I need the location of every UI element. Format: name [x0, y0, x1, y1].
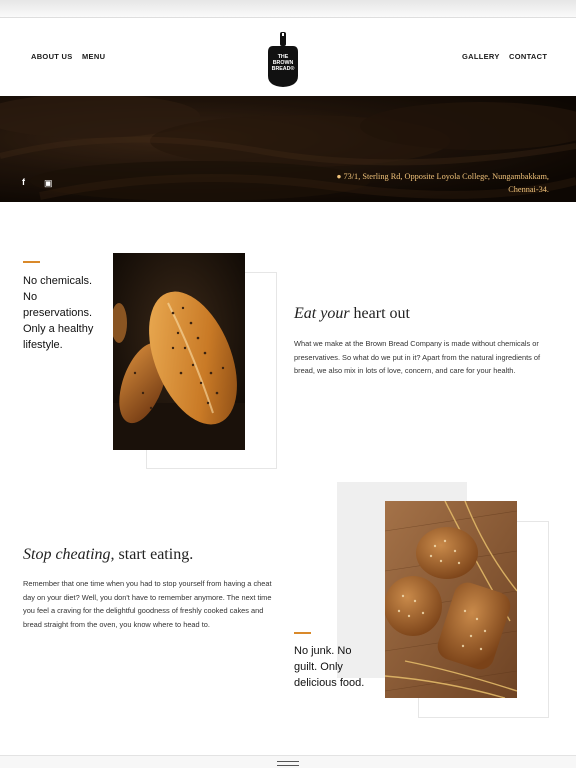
- tagline-line: preservations.: [23, 307, 93, 319]
- tagline-line: No: [23, 291, 38, 303]
- section2-body: Remember that one time when you had to s…: [23, 579, 272, 629]
- nav-gallery[interactable]: GALLERY: [462, 52, 500, 61]
- browser-top-bar: [0, 0, 576, 18]
- tagline-line: No chemicals.: [23, 275, 93, 287]
- title-italic: Eat your: [294, 305, 350, 322]
- section1-tagline: No chemicals. No preservations. Only a h…: [23, 273, 103, 353]
- tagline-line: delicious food.: [294, 677, 365, 689]
- tagline-line: No junk. No: [294, 645, 352, 657]
- title-italic: Stop cheating,: [23, 546, 115, 563]
- accent-divider: [23, 261, 40, 263]
- bread-wheat-image: [385, 501, 517, 698]
- address-line: Chennai-34.: [508, 185, 549, 194]
- logo-line: BREAD®: [271, 66, 295, 72]
- logo-text: THE BROWN BREAD®: [266, 54, 300, 72]
- bread-wheat-photo: [385, 501, 517, 698]
- nav-about-us[interactable]: ABOUT US: [31, 52, 73, 61]
- title-rest: start eating.: [114, 546, 194, 563]
- section1-title: Eat your heart out: [294, 305, 410, 323]
- site-header: ABOUT US MENU THE BROWN BREAD® GALLERY C…: [0, 18, 576, 96]
- tagline-line: Only a healthy: [23, 323, 94, 335]
- bread-loaf-photo: [113, 253, 245, 450]
- tagline-line: lifestyle.: [23, 339, 63, 351]
- brand-logo[interactable]: THE BROWN BREAD®: [266, 32, 300, 88]
- address-line: ● 73/1, Sterling Rd, Opposite Loyola Col…: [336, 172, 549, 181]
- nav-contact[interactable]: CONTACT: [509, 52, 547, 61]
- accent-divider: [294, 632, 311, 634]
- tagline-line: guilt. Only: [294, 661, 343, 673]
- nav-menu[interactable]: MENU: [82, 52, 105, 61]
- section2-title: Stop cheating, start eating.: [23, 546, 193, 564]
- title-rest: heart out: [349, 305, 410, 322]
- instagram-icon[interactable]: ▣: [44, 178, 53, 189]
- address-text: ● 73/1, Sterling Rd, Opposite Loyola Col…: [279, 170, 549, 196]
- section2-tagline: No junk. No guilt. Only delicious food.: [294, 643, 374, 691]
- facebook-icon[interactable]: f: [22, 177, 25, 187]
- bread-loaf-image: [113, 253, 245, 450]
- section1-body: What we make at the Brown Bread Company …: [294, 339, 541, 376]
- drag-handle-icon[interactable]: [277, 761, 299, 766]
